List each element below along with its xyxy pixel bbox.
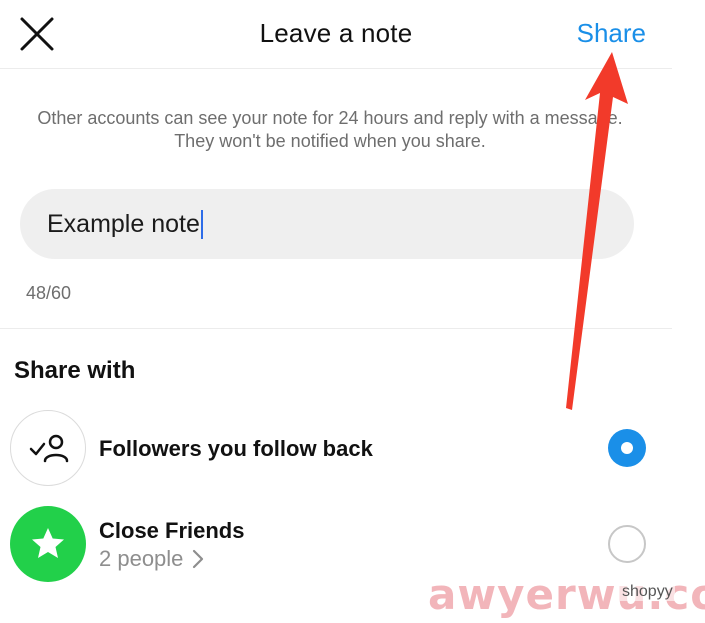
text-cursor xyxy=(200,209,203,239)
star-icon xyxy=(32,528,64,558)
divider xyxy=(0,328,672,329)
header: Leave a note Share xyxy=(0,0,672,69)
close-friends-avatar xyxy=(10,506,86,582)
close-friends-count-link[interactable]: 2 people xyxy=(99,546,204,572)
note-input-value: Example note xyxy=(47,209,200,238)
chevron-right-icon xyxy=(193,549,204,569)
option-label: Close Friends xyxy=(99,518,245,543)
close-friends-count: 2 people xyxy=(99,546,184,571)
option-followers-you-follow-back[interactable]: Followers you follow back xyxy=(0,408,672,488)
mutual-followers-avatar xyxy=(10,410,86,486)
share-with-title: Share with xyxy=(14,357,136,384)
note-input[interactable]: Example note xyxy=(20,189,634,259)
mutual-followers-icon xyxy=(29,434,69,463)
option-label: Followers you follow back xyxy=(99,436,373,461)
note-info-text: Other accounts can see your note for 24 … xyxy=(37,108,623,151)
share-button[interactable]: Share xyxy=(577,18,646,49)
radio-unselected[interactable] xyxy=(608,525,646,563)
page-title: Leave a note xyxy=(259,18,413,48)
character-counter: 48/60 xyxy=(26,283,72,303)
leave-note-screen: Leave a note Share Other accounts can se… xyxy=(0,0,705,623)
watermark-small: shopyy xyxy=(620,583,675,601)
radio-selected[interactable] xyxy=(608,429,646,467)
